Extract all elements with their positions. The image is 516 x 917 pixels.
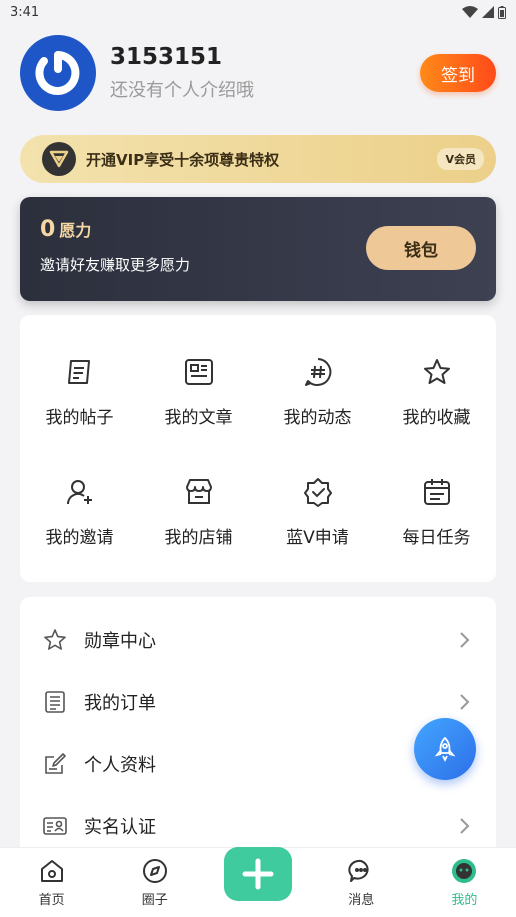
tab-publish[interactable] <box>206 846 309 917</box>
star-icon <box>420 355 454 389</box>
home-icon <box>38 857 66 885</box>
bio: 还没有个人介绍哦 <box>110 80 254 101</box>
wallet-button[interactable]: 钱包 <box>366 226 476 270</box>
grid-item-favorites[interactable]: 我的收藏 <box>377 355 496 475</box>
checkin-button[interactable]: 签到 <box>420 54 496 92</box>
bottom-tab-bar: 首页 圈子 消息 我的 <box>0 846 516 917</box>
grid-item-articles[interactable]: 我的文章 <box>139 355 258 475</box>
menu-label: 勋章中心 <box>84 631 156 652</box>
tab-label: 圈子 <box>141 893 168 908</box>
compass-icon <box>141 857 169 885</box>
posts-icon <box>63 355 97 389</box>
edit-profile-icon <box>42 751 68 777</box>
hashtag-icon <box>301 355 335 389</box>
id-card-icon <box>42 813 68 839</box>
user-add-icon <box>63 475 97 509</box>
menu-label: 实名认证 <box>84 817 156 838</box>
grid-label: 我的邀请 <box>45 528 114 548</box>
grid-label: 我的店铺 <box>164 528 233 548</box>
publish-button[interactable] <box>224 846 292 901</box>
profile-text: 3153151 还没有个人介绍哦 <box>110 44 420 102</box>
power-logo-icon <box>32 47 84 99</box>
avatar[interactable] <box>20 35 96 111</box>
grid-item-blue-v[interactable]: 蓝V申请 <box>258 475 377 575</box>
power-unit: 愿力 <box>59 221 92 240</box>
store-icon <box>182 475 216 509</box>
grid-item-store[interactable]: 我的店铺 <box>139 475 258 575</box>
verified-badge-icon <box>301 475 335 509</box>
signal-icon <box>482 6 494 18</box>
vip-tag: V会员 <box>437 148 484 170</box>
profile-face-icon <box>450 857 478 885</box>
status-bar: 3:41 <box>0 0 516 24</box>
username: 3153151 <box>110 44 223 70</box>
grid-item-posts[interactable]: 我的帖子 <box>20 355 139 475</box>
grid-item-invites[interactable]: 我的邀请 <box>20 475 139 575</box>
order-list-icon <box>42 689 68 715</box>
message-icon <box>347 857 375 885</box>
grid-item-moments[interactable]: 我的动态 <box>258 355 377 475</box>
chevron-right-icon <box>454 692 474 712</box>
rocket-fab[interactable] <box>414 718 476 780</box>
feature-grid: 我的帖子 我的文章 我的动态 我的收藏 我的邀请 我的店铺 蓝V申请 每日任务 <box>20 315 496 582</box>
grid-item-daily-tasks[interactable]: 每日任务 <box>377 475 496 575</box>
calendar-icon <box>420 475 454 509</box>
battery-icon <box>498 5 506 19</box>
grid-label: 我的文章 <box>164 408 233 428</box>
profile-header: 3153151 还没有个人介绍哦 签到 <box>20 34 496 112</box>
tab-messages[interactable]: 消息 <box>310 848 413 917</box>
chevron-right-icon <box>454 816 474 836</box>
menu-item-orders[interactable]: 我的订单 <box>20 671 496 733</box>
vip-diamond-icon <box>42 142 76 176</box>
article-icon <box>182 355 216 389</box>
tab-home[interactable]: 首页 <box>0 848 103 917</box>
menu-item-medal-center[interactable]: 勋章中心 <box>20 609 496 671</box>
tab-circles[interactable]: 圈子 <box>103 848 206 917</box>
vip-banner[interactable]: 开通VIP享受十余项尊贵特权 V会员 <box>20 135 496 183</box>
plus-icon <box>242 858 274 889</box>
tab-label: 消息 <box>348 893 375 908</box>
grid-label: 蓝V申请 <box>286 528 349 548</box>
tab-label: 首页 <box>38 893 65 908</box>
status-time: 3:41 <box>10 4 40 20</box>
power-value: 0 <box>40 217 56 242</box>
grid-label: 每日任务 <box>402 528 471 548</box>
vip-text: 开通VIP享受十余项尊贵特权 <box>86 150 280 169</box>
chevron-right-icon <box>454 630 474 650</box>
tab-label: 我的 <box>451 893 478 908</box>
wifi-icon <box>462 6 478 18</box>
status-icons <box>462 5 506 19</box>
wallet-card: 0 愿力 邀请好友赚取更多愿力 钱包 <box>20 197 496 301</box>
menu-label: 我的订单 <box>84 693 156 714</box>
rocket-icon <box>434 737 456 762</box>
grid-label: 我的帖子 <box>45 408 114 428</box>
tab-me[interactable]: 我的 <box>413 848 516 917</box>
star-outline-icon <box>42 627 68 653</box>
grid-label: 我的收藏 <box>402 408 471 428</box>
grid-label: 我的动态 <box>283 408 352 428</box>
